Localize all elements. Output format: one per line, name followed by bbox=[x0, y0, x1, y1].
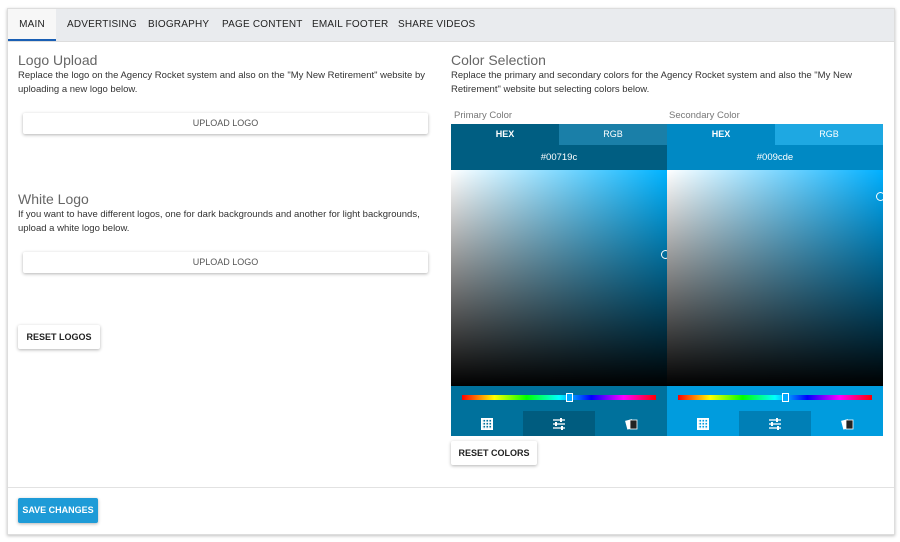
tab-page-content[interactable]: PAGE CONTENT bbox=[222, 9, 303, 41]
logo-upload-description-line1: Replace the logo on the Agency Rocket sy… bbox=[18, 70, 426, 81]
secondary-hue-bar bbox=[667, 386, 883, 411]
primary-mode-bar bbox=[451, 411, 667, 436]
primary-saturation-field[interactable] bbox=[451, 170, 670, 386]
secondary-color-label: Secondary Color bbox=[669, 110, 740, 121]
secondary-hex-value[interactable]: #009cde bbox=[667, 145, 883, 170]
primary-hue-handle[interactable] bbox=[565, 393, 573, 402]
footer-divider bbox=[8, 487, 894, 488]
primary-palette-mode[interactable] bbox=[451, 411, 523, 436]
secondary-swatch-mode[interactable] bbox=[811, 411, 883, 436]
color-selection-heading: Color Selection bbox=[451, 52, 546, 68]
white-logo-description: If you want to have different logos, one… bbox=[18, 208, 420, 236]
tab-email-footer[interactable]: EMAIL FOOTER bbox=[312, 9, 388, 41]
primary-hex-value[interactable]: #00719c bbox=[451, 145, 667, 170]
secondary-hex-tab[interactable]: HEX bbox=[667, 124, 775, 145]
reset-colors-button[interactable]: RESET COLORS bbox=[451, 441, 537, 465]
swatches-icon bbox=[624, 418, 638, 430]
primary-color-label: Primary Color bbox=[454, 110, 513, 121]
secondary-rgb-tab[interactable]: RGB bbox=[775, 124, 883, 145]
primary-picker-tabs: HEX RGB bbox=[451, 124, 667, 145]
primary-hue-slider[interactable] bbox=[462, 395, 656, 400]
secondary-picker-tabs: HEX RGB bbox=[667, 124, 883, 145]
upload-logo-button[interactable]: UPLOAD LOGO bbox=[23, 113, 428, 134]
primary-hue-bar bbox=[451, 386, 667, 411]
tab-share-videos[interactable]: SHARE VIDEOS bbox=[398, 9, 475, 41]
color-selection-description-line1: Replace the primary and secondary colors… bbox=[451, 70, 852, 81]
tab-advertising[interactable]: ADVERTISING bbox=[67, 9, 137, 41]
grid-icon bbox=[697, 417, 709, 430]
settings-card: MAIN ADVERTISING BIOGRAPHY PAGE CONTENT … bbox=[7, 8, 895, 535]
secondary-saturation-handle[interactable] bbox=[876, 192, 885, 201]
logo-upload-heading: Logo Upload bbox=[18, 52, 98, 68]
color-selection-description-line2: Retirement" website but selecting colors… bbox=[451, 84, 650, 95]
tab-bar: MAIN ADVERTISING BIOGRAPHY PAGE CONTENT … bbox=[8, 9, 894, 42]
secondary-mode-bar bbox=[667, 411, 883, 436]
secondary-sliders-mode[interactable] bbox=[739, 411, 811, 436]
grid-icon bbox=[481, 417, 493, 430]
tab-biography[interactable]: BIOGRAPHY bbox=[148, 9, 209, 41]
white-logo-heading: White Logo bbox=[18, 191, 89, 207]
upload-white-logo-button[interactable]: UPLOAD LOGO bbox=[23, 252, 428, 273]
primary-color-picker: HEX RGB #00719c bbox=[451, 124, 670, 436]
swatches-icon bbox=[840, 418, 854, 430]
secondary-hue-slider[interactable] bbox=[678, 395, 872, 400]
secondary-saturation-field[interactable] bbox=[667, 170, 885, 386]
logo-upload-description: Replace the logo on the Agency Rocket sy… bbox=[18, 69, 425, 97]
primary-rgb-tab[interactable]: RGB bbox=[559, 124, 667, 145]
logo-upload-description-line2: uploading a new logo below. bbox=[18, 84, 138, 95]
primary-hex-tab[interactable]: HEX bbox=[451, 124, 559, 145]
secondary-hue-handle[interactable] bbox=[781, 393, 789, 402]
color-selection-description: Replace the primary and secondary colors… bbox=[451, 69, 852, 97]
primary-swatch-mode[interactable] bbox=[595, 411, 667, 436]
secondary-color-picker: HEX RGB #009cde bbox=[667, 124, 885, 436]
white-logo-description-line2: upload a white logo below. bbox=[18, 223, 130, 234]
secondary-palette-mode[interactable] bbox=[667, 411, 739, 436]
save-changes-button[interactable]: SAVE CHANGES bbox=[18, 498, 98, 523]
primary-sliders-mode[interactable] bbox=[523, 411, 595, 436]
tab-main[interactable]: MAIN bbox=[8, 9, 56, 41]
sliders-icon bbox=[552, 417, 566, 430]
white-logo-description-line1: If you want to have different logos, one… bbox=[18, 209, 420, 220]
reset-logos-button[interactable]: RESET LOGOS bbox=[18, 325, 100, 349]
sliders-icon bbox=[768, 417, 782, 430]
